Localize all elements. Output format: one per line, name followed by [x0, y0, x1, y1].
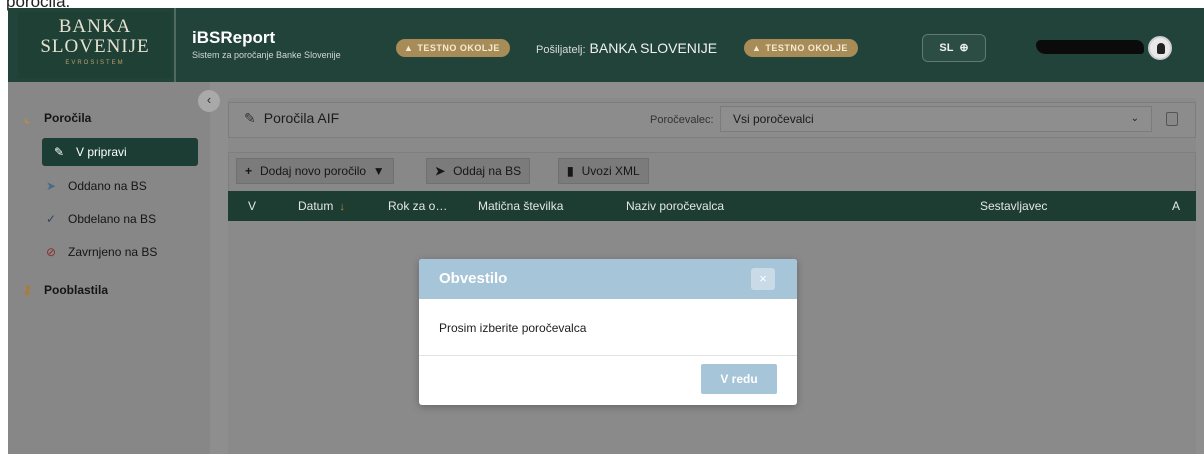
app-title: iBSReport — [192, 28, 276, 47]
reporter-label: Poročevalec: — [650, 114, 714, 126]
chevron-down-icon: ⌄ — [1130, 113, 1139, 124]
chevron-left-icon[interactable]: ‹ — [198, 90, 220, 112]
notice-dialog: Obvestilo × Prosim izberite poročevalca … — [419, 259, 797, 405]
plus-icon: + — [245, 164, 253, 178]
line-chart-icon: ⌞ — [24, 111, 30, 125]
page-title-text: Poročila AIF — [263, 110, 340, 126]
check-icon: ✓ — [45, 212, 57, 226]
file-icon: ▮ — [567, 164, 574, 178]
column-header[interactable]: Matična številka — [478, 199, 563, 213]
logo-line-2: SLOVENIJE — [40, 36, 150, 57]
sidebar-item-rejected[interactable]: ⊘ Zavrnjeno na BS — [42, 238, 157, 266]
column-header-date[interactable]: Datum ↓ — [298, 199, 345, 213]
globe-icon: ⊕ — [956, 42, 969, 54]
sidebar-item-label: Zavrnjeno na BS — [68, 245, 158, 259]
filter-icon[interactable] — [1166, 112, 1178, 126]
env-badge-right: ▲ TESTNO OKOLJE — [744, 39, 858, 57]
caret-down-icon: ▼ — [366, 164, 385, 178]
edit-icon: ✎ — [244, 110, 256, 126]
user-avatar-icon[interactable] — [1148, 36, 1172, 60]
sidebar-item-submitted[interactable]: ➤ Oddano na BS — [42, 172, 147, 200]
sidebar-item-label: V pripravi — [76, 145, 127, 159]
sidebar-section-authorizations[interactable]: ⚷ Pooblastila — [18, 276, 108, 304]
column-header-label: Datum — [298, 199, 334, 213]
send-icon: ➤ — [435, 164, 446, 178]
sidebar-item-processed[interactable]: ✓ Obdelano na BS — [42, 205, 156, 233]
sender-value: BANKA SLOVENIJE — [589, 40, 718, 56]
reporter-select-value: Vsi poročevalci — [733, 112, 814, 126]
sidebar-item-label: Obdelano na BS — [68, 212, 157, 226]
column-header[interactable]: Naziv poročevalca — [626, 199, 724, 213]
env-badge-label: TESTNO OKOLJE — [765, 43, 848, 53]
column-header[interactable]: Rok za o… — [388, 199, 447, 213]
dialog-header: Obvestilo × — [419, 259, 797, 299]
warning-icon: ▲ — [752, 43, 762, 53]
sender-label: Pošiljatelj: — [536, 44, 586, 56]
add-report-button[interactable]: + Dodaj novo poročilo ▼ — [236, 158, 394, 184]
dialog-title: Obvestilo — [439, 270, 508, 287]
logo-line-3: EVROSISTEM — [65, 60, 125, 66]
add-report-label: Dodaj novo poročilo — [260, 164, 367, 178]
close-icon[interactable]: × — [751, 268, 775, 290]
sidebar-item-label: Oddano na BS — [68, 179, 147, 193]
column-header[interactable]: V — [248, 199, 256, 213]
import-xml-button[interactable]: ▮ Uvozi XML — [558, 158, 649, 184]
bank-logo[interactable]: BANKA SLOVENIJE EVROSISTEM — [18, 12, 172, 78]
sort-down-icon: ↓ — [339, 201, 345, 213]
submit-button[interactable]: ➤ Oddaj na BS — [426, 158, 531, 184]
env-badge-left: ▲ TESTNO OKOLJE — [396, 39, 510, 57]
dialog-divider — [419, 355, 797, 356]
logo-line-1: BANKA — [58, 16, 132, 37]
env-badge-label: TESTNO OKOLJE — [417, 43, 500, 53]
warning-icon: ▲ — [404, 43, 414, 53]
dialog-message: Prosim izberite poročevalca — [439, 321, 587, 335]
language-button[interactable]: SL ⊕ — [922, 34, 986, 62]
column-header[interactable]: A — [1172, 199, 1180, 213]
reporter-select[interactable]: Vsi poročevalci ⌄ — [720, 106, 1152, 132]
column-header[interactable]: Sestavljavec — [980, 199, 1047, 213]
header-divider — [174, 8, 176, 82]
submit-label: Oddaj na BS — [453, 164, 522, 178]
sidebar-section-label: Poročila — [44, 111, 92, 125]
sidebar-section-label: Pooblastila — [44, 283, 109, 297]
import-xml-label: Uvozi XML — [581, 164, 640, 178]
app-window: BANKA SLOVENIJE EVROSISTEM iBSReport Sis… — [8, 8, 1204, 454]
sidebar-section-reports[interactable]: ⌞ Poročila — [18, 104, 91, 132]
ban-icon: ⊘ — [45, 245, 57, 259]
ok-button[interactable]: V redu — [701, 364, 777, 394]
sidebar-item-in-preparation[interactable]: ✎ V pripravi — [42, 138, 198, 166]
sender-info: Pošiljatelj: BANKA SLOVENIJE — [536, 39, 717, 59]
app-subtitle: Sistem za poročanje Banke Slovenije — [192, 50, 341, 60]
redacted-username — [1036, 40, 1144, 54]
send-icon: ➤ — [45, 179, 57, 193]
language-label: SL — [939, 42, 954, 54]
edit-icon: ✎ — [53, 145, 65, 159]
top-header: BANKA SLOVENIJE EVROSISTEM iBSReport Sis… — [8, 8, 1204, 82]
page-title: ✎ Poročila AIF — [244, 110, 339, 127]
key-icon: ⚷ — [22, 283, 32, 297]
